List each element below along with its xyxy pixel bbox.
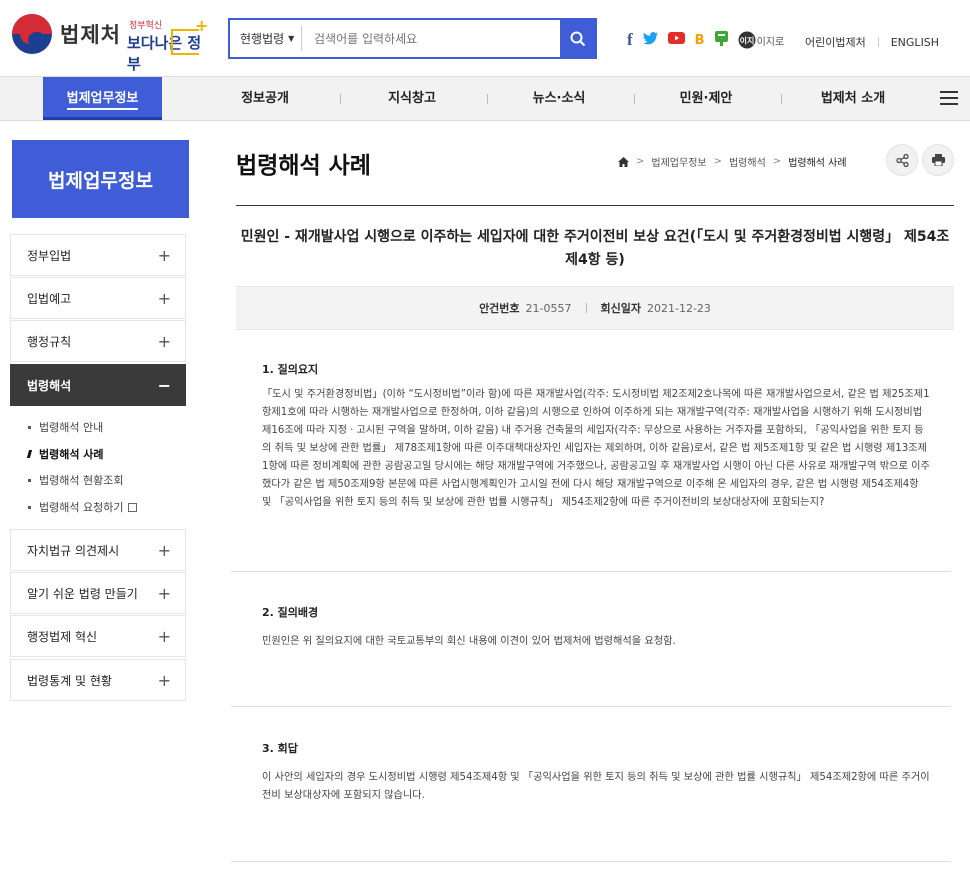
reply-date: 2021-12-23 (647, 301, 711, 315)
lnb-sub-guide[interactable]: 법령해석 안내 (28, 419, 103, 435)
easylaw-icon[interactable]: 이지 이지로 (738, 31, 795, 49)
gnb-law-work-info[interactable]: 법제업무정보 (43, 77, 162, 120)
plus-icon: + (157, 245, 171, 265)
english-site-link[interactable]: ENGLISH (891, 36, 939, 49)
reply-date-label: 회신일자 (600, 302, 641, 315)
external-link-icon (128, 502, 138, 512)
share-icon (895, 153, 909, 167)
search-button[interactable] (560, 20, 595, 57)
search-input[interactable] (302, 20, 560, 57)
lnb-sub-status[interactable]: 법령해석 현황조회 (28, 472, 123, 488)
search-bar: 현행법령 ▼ (228, 18, 597, 59)
share-button[interactable] (886, 144, 918, 176)
title-divider (236, 205, 954, 206)
lnb-title: 법제업무정보 (12, 140, 189, 218)
youtube-icon[interactable] (667, 32, 685, 48)
section-divider (231, 861, 951, 862)
post-icon[interactable] (714, 30, 728, 50)
case-number-label: 안건번호 (479, 302, 520, 315)
section-heading: 2. 질의배경 (262, 606, 319, 619)
plus-icon: + (157, 670, 171, 690)
lnb-item-easy-law[interactable]: 알기 쉬운 법령 만들기 + (10, 572, 186, 614)
section-heading: 1. 질의요지 (262, 363, 319, 376)
global-nav: 법제업무정보 정보공개 지식창고 뉴스·소식 민원·제안 법제처 소개 (0, 76, 970, 121)
menu-icon[interactable] (940, 91, 958, 105)
lnb-item-legislative-notice[interactable]: 입법예고 + (10, 277, 186, 319)
plus-icon: + (157, 626, 171, 646)
sns-links: f B 이지 이지로 (627, 30, 804, 50)
lnb-item-admin-rules[interactable]: 행정규칙 + (10, 320, 186, 362)
search-scope-select[interactable]: 현행법령 ▼ (230, 26, 302, 51)
plus-icon: + (157, 331, 171, 351)
plus-icon: + (157, 288, 171, 308)
print-icon (931, 154, 945, 166)
minus-icon: − (157, 375, 171, 395)
lnb-item-admin-innovation[interactable]: 행정법제 혁신 + (10, 615, 186, 657)
breadcrumb: > 법제업무정보 > 법령해석 > 법령해석 사례 (618, 154, 847, 169)
section-divider (231, 571, 951, 572)
section-body: 「도시 및 주거환경정비법」(이하 “도시정비법”이라 함)에 따른 재개발사업… (262, 389, 930, 508)
gnb-news[interactable]: 뉴스·소식 (499, 77, 619, 120)
section-body: 민원인은 위 질의요지에 대한 국토교통부의 회신 내용에 이견이 있어 법제처… (262, 636, 676, 647)
search-icon (570, 31, 585, 46)
breadcrumb-item[interactable]: 법령해석 (729, 154, 766, 169)
breadcrumb-item[interactable]: 법제업무정보 (651, 154, 706, 169)
page-title: 법령해석 사례 (236, 153, 371, 179)
gnb-knowledge[interactable]: 지식창고 (352, 77, 472, 120)
case-meta: 안건번호 21-0557 회신일자 2021-12-23 (236, 286, 954, 330)
case-title: 민원인 - 재개발사업 시행으로 이주하는 세입자에 대한 주거이전비 보상 요… (240, 229, 950, 268)
site-logo[interactable]: 법제처 (12, 14, 121, 54)
svg-text:이지: 이지 (739, 36, 754, 46)
logo-text: 법제처 (60, 23, 121, 47)
lnb-item-statistics[interactable]: 법령통계 및 현황 + (10, 659, 186, 701)
taegeuk-logo-icon (12, 14, 52, 54)
gnb-civil-petition[interactable]: 민원·제안 (646, 77, 766, 120)
section-heading: 3. 회답 (262, 742, 298, 755)
gnb-info-disclosure[interactable]: 정보공개 (205, 77, 325, 120)
lnb-item-interpretation[interactable]: 법령해석 − (10, 364, 186, 406)
breadcrumb-current: 법령해석 사례 (788, 158, 847, 169)
lnb-sub-request[interactable]: 법령해석 요청하기 (28, 499, 138, 515)
utility-links: 어린이법제처 ENGLISH (805, 34, 939, 50)
site-header: 법제처 정부혁신 보다나은 정부 + 현행법령▼ f B 이지 이지로 어린 (0, 0, 970, 76)
plus-icon: + (157, 583, 171, 603)
print-button[interactable] (922, 144, 954, 176)
section-divider (231, 706, 951, 707)
kids-site-link[interactable]: 어린이법제처 (805, 34, 866, 50)
slogan-logo: 정부혁신 보다나은 정부 + (127, 16, 209, 73)
lnb-item-local-opinion[interactable]: 자치법규 의견제시 + (10, 529, 186, 571)
blog-icon[interactable]: B (695, 33, 705, 48)
facebook-icon[interactable]: f (627, 30, 633, 50)
lnb-item-gov-legislation[interactable]: 정부입법 + (10, 234, 186, 276)
section-body: 이 사안의 세입자의 경우 도시정비법 시행령 제54조제4항 및 「공익사업을… (262, 772, 930, 801)
plus-icon: + (157, 540, 171, 560)
lnb-sub-cases[interactable]: 법령해석 사례 (26, 446, 104, 462)
home-icon[interactable] (618, 156, 629, 167)
twitter-icon[interactable] (642, 31, 658, 49)
gnb-about[interactable]: 법제처 소개 (793, 77, 913, 120)
case-number: 21-0557 (525, 301, 572, 315)
